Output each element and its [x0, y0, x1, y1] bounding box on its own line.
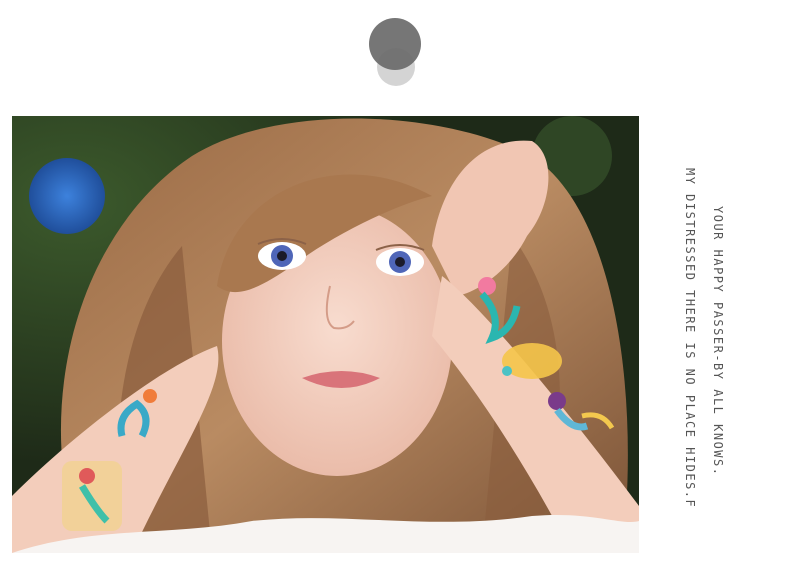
brand-logo	[366, 18, 426, 94]
mermaid-tattoo-4	[62, 461, 122, 531]
photo-illustration	[12, 116, 639, 553]
vertical-slogan: MY DISTRESSED THERE IS NO PLACE HIDES.F …	[683, 168, 725, 508]
logo-circle-dark	[369, 18, 421, 70]
shell-tattoo	[502, 343, 562, 379]
slogan-line-1: MY DISTRESSED THERE IS NO PLACE HIDES.F	[683, 168, 697, 509]
product-photo	[12, 116, 639, 553]
slogan-line-2: YOUR HAPPY PASSER-BY ALL KNOWS.	[711, 206, 725, 477]
